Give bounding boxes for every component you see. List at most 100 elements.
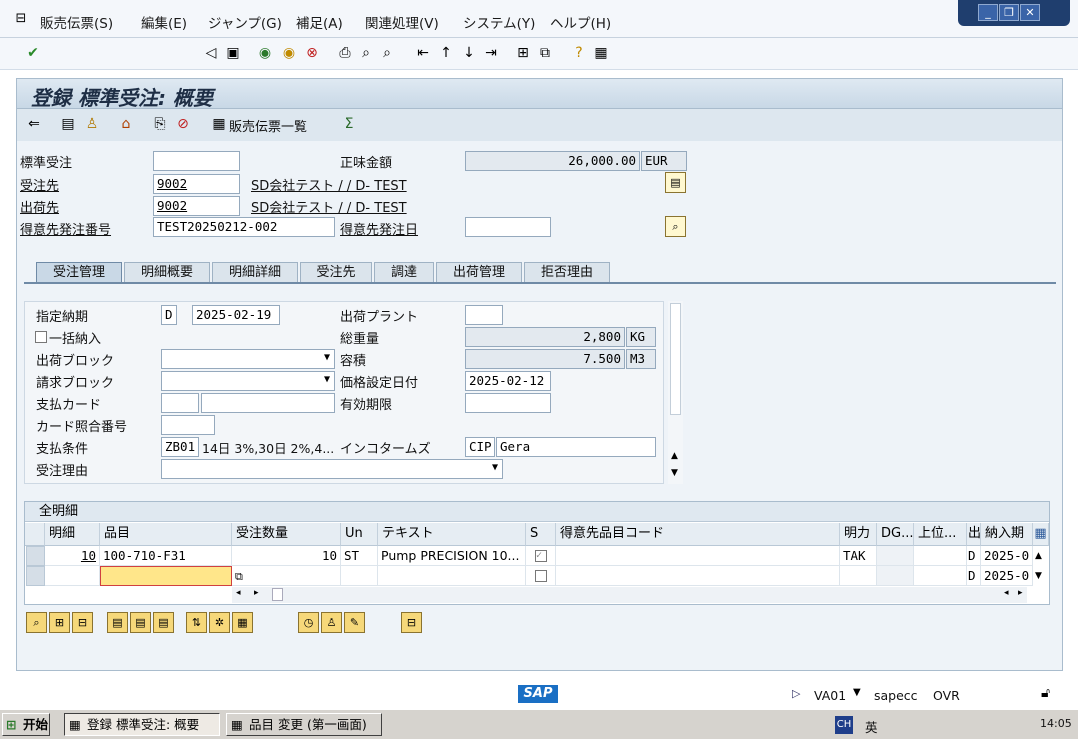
availability-icon[interactable]: ♙	[321, 612, 342, 633]
row2-qty[interactable]: ⧉	[232, 566, 341, 586]
col-item-category[interactable]: 明力	[840, 523, 877, 546]
scroll-right-icon[interactable]: ▸	[1018, 588, 1023, 598]
row-selector[interactable]	[26, 546, 45, 566]
tab-ordering-party[interactable]: 受注先	[300, 262, 372, 283]
tab-item-overview[interactable]: 明細概要	[124, 262, 210, 283]
po-number-field[interactable]: TEST20250212-002	[153, 217, 335, 237]
payment-terms-code-field[interactable]: ZB01	[161, 437, 199, 457]
sort-icon[interactable]: ⇅	[186, 612, 207, 633]
tab-sales[interactable]: 受注管理	[36, 262, 122, 283]
ship-to-field[interactable]: 9002	[153, 196, 240, 216]
payment-card-type-field[interactable]	[161, 393, 199, 413]
create-with-reference-icon[interactable]: ⇐	[25, 115, 43, 133]
find-icon[interactable]: ⌕	[357, 44, 375, 62]
row1-date[interactable]: 2025-0	[981, 546, 1033, 566]
taskbar-task-2[interactable]: ▦ 品目 変更 (第一画面)	[226, 713, 382, 736]
sum-icon[interactable]: Σ	[340, 115, 358, 133]
sold-to-name[interactable]: SD会社テスト / / D- TEST	[251, 175, 407, 194]
cancel-icon[interactable]: ⊗	[303, 44, 321, 62]
lang-indicator[interactable]: 英	[865, 717, 878, 736]
pricing-date-field[interactable]: 2025-02-12	[465, 371, 551, 391]
col-material[interactable]: 品目	[100, 523, 232, 546]
row2-category[interactable]	[840, 566, 877, 586]
sold-to-field[interactable]: 9002	[153, 174, 240, 194]
ship-to-name[interactable]: SD会社テスト / / D- TEST	[251, 197, 407, 216]
help-icon[interactable]: ?	[570, 44, 588, 62]
plant-field[interactable]	[465, 305, 503, 325]
row1-s-checkbox[interactable]: ✓	[535, 550, 547, 562]
tab-procurement[interactable]: 調達	[374, 262, 434, 283]
f4-help-icon[interactable]: ⧉	[235, 570, 243, 583]
payment-card-number-field[interactable]	[201, 393, 335, 413]
std-order-field[interactable]	[153, 151, 240, 171]
col-text[interactable]: テキスト	[378, 523, 526, 546]
row2-item[interactable]	[45, 566, 100, 586]
menu-environment[interactable]: 関連処理(V)	[365, 12, 439, 32]
shortcut-icon[interactable]: ⧉	[536, 44, 554, 62]
grid-hscrollbar[interactable]: ◂ ▸ ◂ ▸	[232, 587, 1027, 603]
po-date-field[interactable]	[465, 217, 551, 237]
col-unit[interactable]: Un	[341, 523, 378, 546]
home-icon[interactable]: ⌂	[117, 115, 135, 133]
card-ref-field[interactable]	[161, 415, 215, 435]
partner-icon[interactable]: ♙	[83, 115, 101, 133]
select-all-header[interactable]	[25, 523, 45, 546]
minimize-icon[interactable]: _	[978, 4, 998, 21]
row2-date[interactable]: 2025-0	[981, 566, 1033, 586]
exit-icon[interactable]: ◉	[280, 44, 298, 62]
row2-unit[interactable]	[341, 566, 378, 586]
col-order-qty[interactable]: 受注数量	[232, 523, 341, 546]
doc-list-button[interactable]: 販売伝票一覧	[229, 116, 307, 135]
delete-row-icon[interactable]: ⊟	[72, 612, 93, 633]
previous-page-icon[interactable]: ↑	[437, 44, 455, 62]
scroll-down-icon[interactable]: ▼	[671, 468, 678, 478]
delivery-block-select[interactable]: ▼	[161, 349, 335, 369]
row1-d[interactable]: D	[967, 546, 981, 566]
col-higher-level[interactable]: 上位...	[914, 523, 967, 546]
row1-unit[interactable]: ST	[341, 546, 378, 566]
row1-item[interactable]: 10	[45, 546, 100, 566]
scroll-thumb[interactable]	[670, 303, 681, 415]
grid-scroll-up-icon[interactable]: ▲	[1035, 551, 1042, 561]
order-reason-select[interactable]: ▼	[161, 459, 503, 479]
start-button[interactable]: ⊞ 开始	[2, 713, 50, 736]
next-page-icon[interactable]: ↓	[460, 44, 478, 62]
incoterms-place-field[interactable]: Gera	[496, 437, 656, 457]
save-icon[interactable]: ▣	[224, 44, 242, 62]
row1-category[interactable]: TAK	[840, 546, 877, 566]
find-next-icon[interactable]: ⌕	[378, 44, 396, 62]
row2-s-checkbox[interactable]	[535, 570, 547, 582]
incoterms-code-field[interactable]: CIP	[465, 437, 495, 457]
print-icon[interactable]: ⎙	[336, 44, 354, 62]
system-menu-icon[interactable]: ⊟	[12, 10, 30, 28]
menu-goto[interactable]: ジャンプ(G)	[208, 12, 282, 32]
req-delivery-type-field[interactable]: D	[161, 305, 177, 325]
close-icon[interactable]: ✕	[1020, 4, 1040, 21]
row1-qty[interactable]: 10	[232, 546, 341, 566]
last-page-icon[interactable]: ⇥	[482, 44, 500, 62]
sold-to-details-icon[interactable]: ▤	[665, 172, 686, 193]
item-details-icon[interactable]: ⌕	[26, 612, 47, 633]
tab-shipping[interactable]: 出荷管理	[436, 262, 522, 283]
ime-indicator[interactable]: CH	[835, 716, 853, 734]
menu-edit[interactable]: 編集(E)	[141, 12, 187, 32]
select-all-icon[interactable]: ▤	[107, 612, 128, 633]
taskbar-task-1[interactable]: ▦ 登録 標準受注: 概要	[64, 713, 220, 736]
col-dg[interactable]: DG...	[877, 523, 914, 546]
row-selector[interactable]	[26, 566, 45, 586]
status-expand-icon[interactable]: ▷	[792, 687, 800, 700]
first-page-icon[interactable]: ⇤	[414, 44, 432, 62]
new-session-icon[interactable]: ⊞	[514, 44, 532, 62]
row1-customer-material[interactable]	[556, 546, 840, 566]
config-icon[interactable]: ✲	[209, 612, 230, 633]
col-customer-material[interactable]: 得意先品目コード	[556, 523, 840, 546]
col-d[interactable]: 出	[967, 523, 981, 546]
col-s[interactable]: S	[526, 523, 556, 546]
scroll-thumb[interactable]	[272, 588, 283, 601]
menu-sales-document[interactable]: 販売伝票(S)	[40, 12, 113, 32]
shipping-icon[interactable]: ⊟	[401, 612, 422, 633]
col-item[interactable]: 明細	[45, 523, 100, 546]
insert-row-icon[interactable]: ⊞	[49, 612, 70, 633]
valid-to-field[interactable]	[465, 393, 551, 413]
back-arrow-icon[interactable]: ◁	[202, 44, 220, 62]
